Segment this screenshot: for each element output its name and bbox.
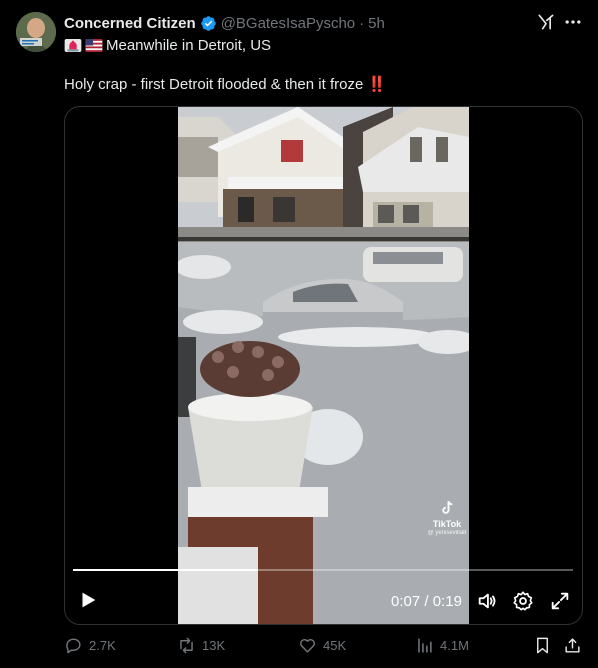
reply-button[interactable]: 2.7K <box>64 636 116 655</box>
post-header: Concerned Citizen @BGatesIsaPyscho · 5h <box>64 13 385 33</box>
repost-button[interactable]: 13K <box>177 636 225 655</box>
views-button[interactable]: 4.1M <box>415 636 469 655</box>
display-name[interactable]: Concerned Citizen <box>64 15 196 32</box>
progress-fill <box>73 569 258 571</box>
fullscreen-icon[interactable] <box>549 590 571 612</box>
tweet-body: Holy crap - first Detroit flooded & then… <box>64 76 364 93</box>
views-count: 4.1M <box>440 638 469 653</box>
repost-icon <box>180 637 193 654</box>
double-exclamation-emoji: ‼️ <box>367 76 386 93</box>
grok-icon[interactable] <box>536 12 556 32</box>
share-button[interactable] <box>563 636 588 655</box>
us-flag-icon <box>85 38 103 52</box>
timestamp[interactable]: 5h <box>368 15 385 32</box>
like-button[interactable]: 45K <box>298 636 346 655</box>
views-icon <box>418 638 432 653</box>
tiktok-icon <box>442 500 453 514</box>
tiktok-watermark: TikTok @ yenisevilla8 <box>427 499 467 536</box>
siren-icon <box>64 38 82 52</box>
tweet-text: Holy crap - first Detroit flooded & then… <box>64 75 386 95</box>
reply-count: 2.7K <box>89 638 116 653</box>
settings-icon[interactable] <box>512 590 534 612</box>
like-icon <box>300 639 315 653</box>
like-count: 45K <box>323 638 347 653</box>
handle[interactable]: @BGatesIsaPyscho <box>221 15 355 32</box>
volume-icon[interactable] <box>476 590 498 612</box>
location-line: Meanwhile in Detroit, US <box>64 35 271 55</box>
share-icon <box>565 638 580 653</box>
tiktok-label: TikTok <box>432 519 462 529</box>
verified-badge-icon[interactable] <box>200 15 217 32</box>
progress-bar[interactable] <box>73 569 573 571</box>
location-text: Meanwhile in Detroit, US <box>106 36 272 54</box>
bookmark-icon <box>537 637 548 654</box>
reply-icon <box>66 638 81 654</box>
separator-dot: · <box>359 14 365 32</box>
video-frame[interactable] <box>178 107 469 624</box>
duration: 0:19 <box>432 593 462 610</box>
tiktok-user: @ yenisevilla8 <box>427 530 467 536</box>
bookmark-button[interactable] <box>533 636 558 655</box>
action-bar: 2.7K 13K 45K 4.1M <box>64 636 588 658</box>
time-readout: 0:07 / 0:19 <box>391 593 462 610</box>
repost-count: 13K <box>202 638 226 653</box>
play-icon[interactable] <box>77 589 99 611</box>
time-separator: / <box>420 593 433 610</box>
current-time: 0:07 <box>391 593 421 610</box>
video-player[interactable]: TikTok @ yenisevilla8 0:07 / 0:19 <box>64 106 583 625</box>
more-icon[interactable] <box>562 12 584 32</box>
avatar[interactable] <box>16 12 56 52</box>
